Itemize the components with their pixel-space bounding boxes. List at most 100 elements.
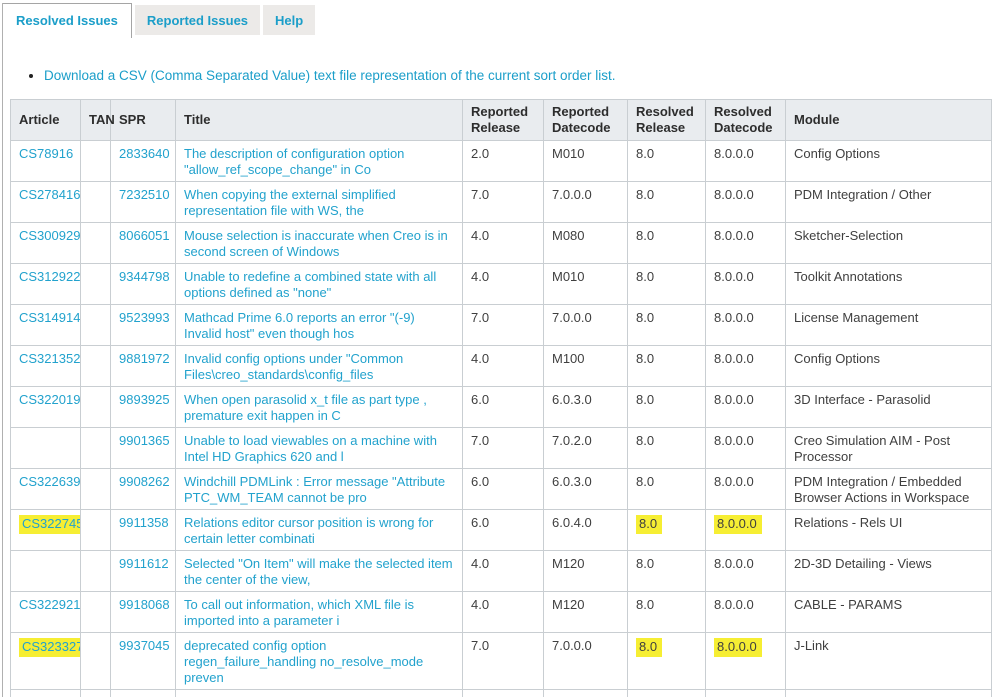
cell-text: M100 [552,351,585,366]
cell-title: deprecated config option regen_failure_h… [175,632,463,690]
cell-text: 7.0 [471,433,490,448]
cell-spr: 9937045 [110,632,176,690]
highlight-mark: CS322745 [19,515,80,534]
cell-module: 2D-3D Detailing - Dimensions [785,689,992,697]
article-link[interactable]: CS323327 [19,638,80,657]
article-link[interactable]: CS322019 [19,392,80,407]
cell-spr: 8066051 [110,222,176,264]
title-link[interactable]: Relations editor cursor position is wron… [184,515,433,546]
tab-resolved-issues[interactable]: Resolved Issues [3,3,132,38]
spr-link[interactable]: 9918068 [119,597,170,612]
cell-tan [80,468,111,510]
cell-reported-datecode: M010 [543,263,628,305]
article-link[interactable]: CS322745 [19,515,80,534]
cell-reported-release: 6.0 [462,509,544,551]
cell-text: 8.0.0.0 [714,228,754,243]
table-body: CS78916 2833640 The description of configu… [10,140,992,697]
column-header-tan[interactable]: TAN [80,99,115,141]
cell-text: Relations editor cursor position is wron… [184,515,434,546]
cell-title: Mathcad Prime 6.0 reports an error "(-9)… [175,304,463,346]
cell-spr: 9908262 [110,468,176,510]
table-row: CS312922 9344798 Unable to redefine a comb… [10,263,992,305]
column-header-spr[interactable]: SPR [110,99,176,141]
article-link[interactable]: CS321352 [19,351,80,366]
cell-text: CS314914 [19,310,81,325]
spr-link[interactable]: 9937045 [119,638,170,653]
title-link[interactable]: Unable to load viewables on a machine wi… [184,433,437,464]
spr-link[interactable]: 9881972 [119,351,170,366]
cell-text: 6.0.3.0 [552,474,592,489]
column-header-resolved-release[interactable]: Resolved Release [627,99,706,141]
article-link[interactable]: CS322639 [19,474,80,489]
cell-text: 8.0.0.0 [714,433,754,448]
cell-text: 9908262 [119,474,170,489]
cell-module: Config Options [785,140,992,182]
cell-spr: 9918068 [110,591,176,633]
cell-text: 7.0.0.0 [552,638,592,653]
spr-link[interactable]: 9523993 [119,310,170,325]
cell-text: deprecated config option regen_failure_h… [184,638,424,685]
title-link[interactable]: Unable to redefine a combined state with… [184,269,436,300]
spr-link[interactable]: 2833640 [119,146,170,161]
cell-text: 8.0.0.0 [714,351,754,366]
cell-spr: 7232510 [110,181,176,223]
cell-module: 3D Interface - Parasolid [785,386,992,428]
column-header-reported-release[interactable]: Reported Release [462,99,544,141]
article-link[interactable]: CS278416 [19,187,80,202]
spr-link[interactable]: 7232510 [119,187,170,202]
cell-text: Config Options [794,146,880,161]
spr-link[interactable]: 9911358 [119,515,169,530]
cell-article: CS300929 [10,222,81,264]
cell-reported-datecode: M010 [543,140,628,182]
cell-tan [80,345,111,387]
cell-resolved-datecode: 8.0.0.0 [705,509,786,551]
article-link[interactable]: CS78916 [19,146,73,161]
column-header-reported-datecode[interactable]: Reported Datecode [543,99,628,141]
column-header-article[interactable]: Article [10,99,81,141]
tab-reported-issues[interactable]: Reported Issues [134,5,261,35]
cell-spr: 9901365 [110,427,176,469]
title-link[interactable]: Windchill PDMLink : Error message "Attri… [184,474,445,505]
column-header-resolved-datecode[interactable]: Resolved Datecode [705,99,786,141]
column-header-title[interactable]: Title [175,99,463,141]
title-link[interactable]: Selected "On Item" will make the selecte… [184,556,453,587]
cell-reported-release: 2.0 [462,140,544,182]
title-link[interactable]: When copying the external simplified rep… [184,187,396,218]
cell-text: Relations - Rels UI [794,515,903,530]
cell-title: Windchill PDMLink : Error message "Attri… [175,468,463,510]
cell-text: M120 [552,597,585,612]
title-link[interactable]: deprecated config option regen_failure_h… [184,638,423,685]
cell-article: CS312922 [10,263,81,305]
tab-help[interactable]: Help [263,5,316,35]
article-link[interactable]: CS314914 [19,310,80,325]
article-link[interactable]: CS312922 [19,269,80,284]
download-csv-link[interactable]: Download a CSV (Comma Separated Value) t… [44,68,616,83]
spr-link[interactable]: 9893925 [119,392,170,407]
cell-text: 9523993 [119,310,170,325]
article-link[interactable]: CS322921 [19,597,80,612]
title-link[interactable]: To call out information, which XML file … [184,597,414,628]
spr-link[interactable]: 9344798 [119,269,170,284]
spr-link[interactable]: 9901365 [119,433,170,448]
spr-link[interactable]: 9911612 [119,556,169,571]
title-link[interactable]: The description of configuration option … [184,146,404,177]
cell-text: 4.0 [471,556,490,571]
spr-link[interactable]: 9908262 [119,474,170,489]
cell-text: 8066051 [119,228,170,243]
article-link[interactable]: CS300929 [19,228,80,243]
cell-tan [80,509,111,551]
title-link[interactable]: When open parasolid x_t file as part typ… [184,392,427,423]
highlight-mark: CS323327 [19,638,80,657]
cell-resolved-datecode: 8.0.0.0 [705,140,786,182]
spr-link[interactable]: 8066051 [119,228,170,243]
title-link[interactable]: Mouse selection is inaccurate when Creo … [184,228,448,259]
cell-article: CS321352 [10,345,81,387]
title-link[interactable]: Invalid config options under "Common Fil… [184,351,403,382]
column-header-module[interactable]: Module [785,99,992,141]
cell-text: 8.0 [636,228,655,243]
cell-reported-datecode: M100 [543,345,628,387]
title-link[interactable]: Mathcad Prime 6.0 reports an error "(-9)… [184,310,415,341]
cell-resolved-datecode: 8.0.0.0 [705,222,786,264]
cell-resolved-datecode: 8.0.0.0 [705,632,786,690]
cell-resolved-datecode: 8.0.0.0 [705,263,786,305]
